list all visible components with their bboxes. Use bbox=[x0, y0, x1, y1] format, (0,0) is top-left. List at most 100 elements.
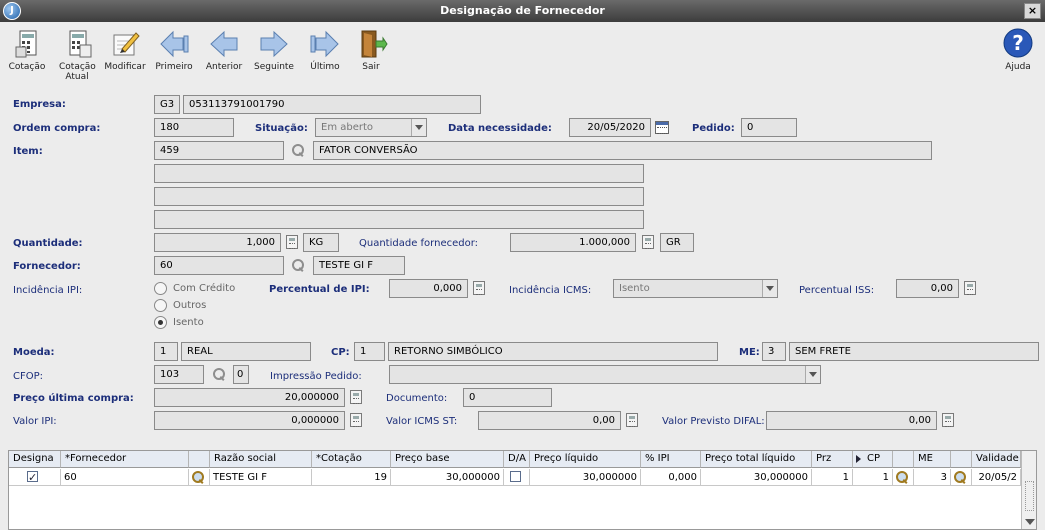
table-cell-ipi[interactable]: 0,000 bbox=[641, 469, 701, 486]
cfop-field[interactable]: 103 bbox=[154, 365, 204, 384]
ipi-com-credito-radio[interactable] bbox=[154, 282, 167, 295]
search-icon[interactable] bbox=[896, 471, 909, 484]
cp-name-field[interactable]: RETORNO SIMBÓLICO bbox=[388, 342, 718, 361]
ajuda-button[interactable]: ? Ajuda bbox=[993, 27, 1043, 72]
table-cell-cp[interactable]: 1 bbox=[853, 469, 893, 486]
search-icon[interactable] bbox=[292, 259, 305, 272]
chevron-down-icon[interactable] bbox=[805, 366, 820, 383]
column-header[interactable]: Designa bbox=[9, 451, 61, 468]
valor-ipi-field[interactable]: 0,000000 bbox=[154, 411, 345, 430]
calendar-icon[interactable] bbox=[655, 121, 669, 134]
column-header[interactable]: Preço total líquido bbox=[701, 451, 812, 468]
column-header[interactable]: Prz bbox=[812, 451, 853, 468]
anterior-button[interactable]: Anterior bbox=[199, 27, 249, 72]
column-header[interactable]: ME bbox=[914, 451, 951, 468]
quantidade-unit-field[interactable]: KG bbox=[303, 233, 339, 252]
ordem-compra-field[interactable]: 180 bbox=[154, 118, 234, 137]
ipi-isento-radio[interactable] bbox=[154, 316, 167, 329]
calculator-icon[interactable] bbox=[350, 413, 362, 427]
quantidade-fornecedor-unit-field[interactable]: GR bbox=[660, 233, 694, 252]
column-header[interactable]: % IPI bbox=[641, 451, 701, 468]
sair-button[interactable]: Sair bbox=[346, 27, 396, 72]
table-cell-razao-social[interactable]: TESTE GI F bbox=[210, 469, 312, 486]
table-cell-validade[interactable]: 20/05/2 bbox=[972, 469, 1021, 486]
fornecedor-code-field[interactable]: 60 bbox=[154, 256, 284, 275]
table-cell-designa[interactable] bbox=[9, 469, 61, 486]
column-header[interactable]: *Fornecedor bbox=[61, 451, 189, 468]
situacao-select[interactable]: Em aberto bbox=[315, 118, 427, 137]
calculator-icon[interactable] bbox=[642, 235, 654, 249]
column-header[interactable] bbox=[951, 451, 972, 468]
search-icon[interactable] bbox=[954, 471, 967, 484]
empresa-code-field[interactable]: G3 bbox=[154, 95, 180, 114]
calculator-icon[interactable] bbox=[473, 281, 485, 295]
chevron-down-icon[interactable] bbox=[411, 119, 426, 136]
item-extra-line-3[interactable] bbox=[154, 210, 644, 229]
column-header[interactable]: Preço líquido bbox=[530, 451, 641, 468]
search-icon[interactable] bbox=[213, 368, 226, 381]
designa-checkbox[interactable] bbox=[27, 469, 38, 485]
search-icon[interactable] bbox=[192, 471, 205, 484]
me-name-field[interactable]: SEM FRETE bbox=[789, 342, 1039, 361]
fornecedor-name-field[interactable]: TESTE GI F bbox=[313, 256, 405, 275]
seguinte-button[interactable]: Seguinte bbox=[249, 27, 299, 72]
cfop-seq-field[interactable]: 0 bbox=[233, 365, 249, 384]
column-header[interactable]: Razão social bbox=[210, 451, 312, 468]
valor-previsto-difal-field[interactable]: 0,00 bbox=[766, 411, 937, 430]
scrollbar-thumb[interactable] bbox=[1025, 481, 1034, 511]
me-code-field[interactable]: 3 bbox=[762, 342, 786, 361]
column-header[interactable] bbox=[189, 451, 210, 468]
documento-field[interactable]: 0 bbox=[463, 388, 552, 407]
table-cell-me[interactable]: 3 bbox=[914, 469, 951, 486]
ipi-outros-radio[interactable] bbox=[154, 299, 167, 312]
table-cell-preco-base[interactable]: 30,000000 bbox=[391, 469, 504, 486]
valor-icms-st-field[interactable]: 0,00 bbox=[478, 411, 621, 430]
empresa-cnpj-field[interactable]: 053113791001790 bbox=[183, 95, 481, 114]
cotacao-atual-button[interactable]: Cotação Atual bbox=[52, 27, 102, 82]
da-checkbox[interactable] bbox=[510, 471, 521, 482]
chevron-down-icon[interactable] bbox=[762, 280, 777, 297]
calculator-icon[interactable] bbox=[350, 390, 362, 404]
table-cell-cotacao[interactable]: 19 bbox=[312, 469, 391, 486]
search-icon[interactable] bbox=[292, 144, 305, 157]
modificar-button[interactable]: Modificar bbox=[100, 27, 150, 72]
moeda-code-field[interactable]: 1 bbox=[154, 342, 178, 361]
table-cell-cp-search[interactable] bbox=[893, 469, 914, 486]
moeda-name-field[interactable]: REAL bbox=[181, 342, 311, 361]
pedido-field[interactable]: 0 bbox=[741, 118, 797, 137]
quantidade-field[interactable]: 1,000 bbox=[154, 233, 281, 252]
table-cell-search[interactable] bbox=[189, 469, 210, 486]
item-description-field[interactable]: FATOR CONVERSÃO bbox=[313, 141, 932, 160]
calculator-icon[interactable] bbox=[626, 413, 638, 427]
data-necessidade-field[interactable]: 20/05/2020 bbox=[569, 118, 651, 137]
column-header[interactable]: *Cotação bbox=[312, 451, 391, 468]
calculator-icon[interactable] bbox=[964, 281, 976, 295]
quantidade-fornecedor-field[interactable]: 1.000,000 bbox=[510, 233, 636, 252]
cp-code-field[interactable]: 1 bbox=[354, 342, 385, 361]
ultimo-button[interactable]: Último bbox=[300, 27, 350, 72]
preco-ultima-compra-field[interactable]: 20,000000 bbox=[154, 388, 345, 407]
column-header[interactable] bbox=[893, 451, 914, 468]
table-cell-preco-liquido[interactable]: 30,000000 bbox=[530, 469, 641, 486]
percentual-iss-field[interactable]: 0,00 bbox=[896, 279, 959, 298]
table-cell-da[interactable] bbox=[504, 469, 530, 486]
incidencia-icms-select[interactable]: Isento bbox=[613, 279, 778, 298]
grid-vertical-scrollbar[interactable] bbox=[1021, 451, 1036, 529]
calculator-icon[interactable] bbox=[942, 413, 954, 427]
close-window-button[interactable]: × bbox=[1024, 3, 1041, 19]
column-header[interactable]: Preço base bbox=[391, 451, 504, 468]
table-cell-prz[interactable]: 1 bbox=[812, 469, 853, 486]
item-extra-line-2[interactable] bbox=[154, 187, 644, 206]
cotacao-button[interactable]: Cotação bbox=[2, 27, 52, 72]
impressao-pedido-select[interactable] bbox=[389, 365, 821, 384]
calculator-icon[interactable] bbox=[286, 235, 298, 249]
table-cell-me-search[interactable] bbox=[951, 469, 972, 486]
table-cell-preco-total[interactable]: 30,000000 bbox=[701, 469, 812, 486]
item-extra-line-1[interactable] bbox=[154, 164, 644, 183]
table-cell-fornecedor[interactable]: 60 bbox=[61, 469, 189, 486]
scroll-down-icon[interactable] bbox=[1025, 519, 1035, 525]
column-header[interactable]: CP bbox=[853, 451, 893, 468]
column-header[interactable]: Validade bbox=[972, 451, 1021, 468]
column-header[interactable]: D/A bbox=[504, 451, 530, 468]
primeiro-button[interactable]: Primeiro bbox=[149, 27, 199, 72]
